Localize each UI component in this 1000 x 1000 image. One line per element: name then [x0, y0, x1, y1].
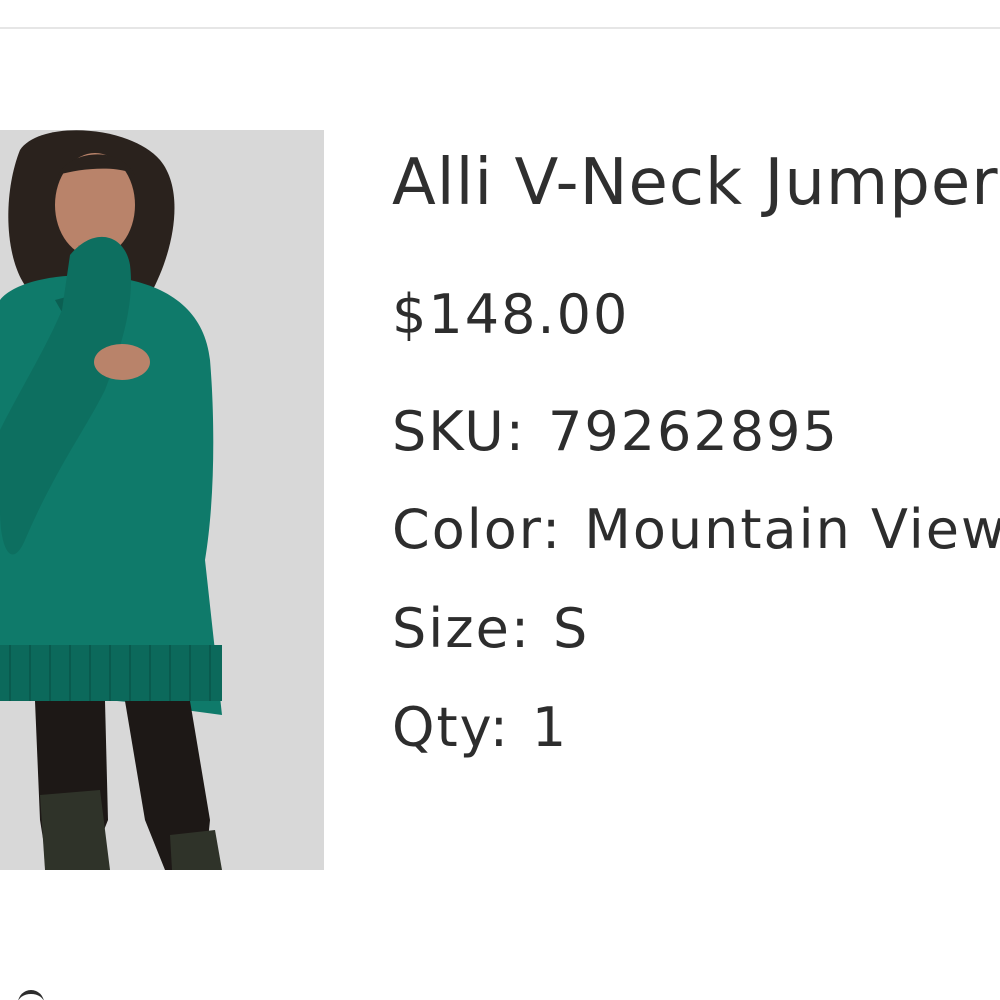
product-sku: SKU: 79262895 [392, 400, 839, 464]
product-image[interactable] [0, 130, 324, 870]
price-value: $148.00 [392, 283, 630, 346]
product-title[interactable]: Alli V-Neck Jumper [392, 143, 999, 223]
sku-label: SKU: [392, 400, 526, 463]
product-price: $148.00 [392, 283, 629, 347]
qty-label: Qty: [392, 696, 510, 759]
qty-value: 1 [531, 696, 569, 759]
top-divider [0, 27, 1000, 29]
partial-next-item-glyph [18, 990, 44, 1000]
size-value: S [553, 597, 590, 660]
size-label: Size: [392, 597, 532, 660]
product-size: Size: S [392, 597, 589, 661]
color-label: Color: [392, 498, 563, 561]
product-color: Color: Mountain View [392, 498, 1000, 562]
order-item-page: Alli V-Neck Jumper $148.00 SKU: 79262895 … [0, 0, 1000, 1000]
sku-value: 79262895 [547, 400, 839, 463]
product-photo-illustration [0, 130, 324, 870]
product-quantity: Qty: 1 [392, 696, 568, 760]
color-value: Mountain View [584, 498, 1000, 561]
